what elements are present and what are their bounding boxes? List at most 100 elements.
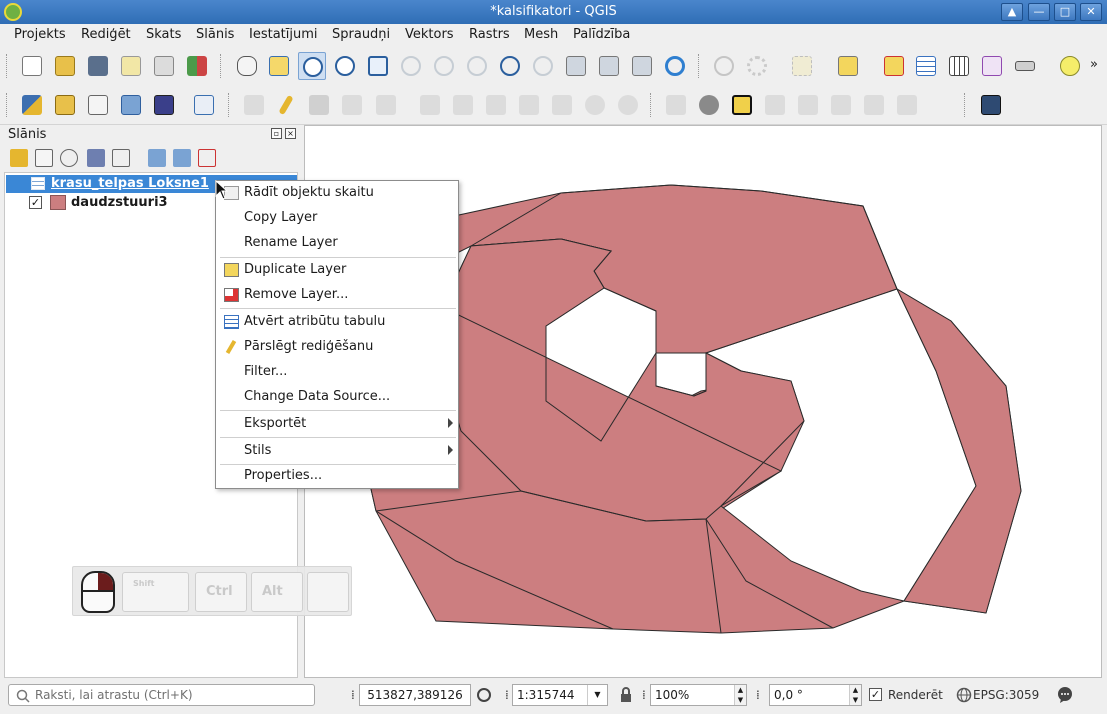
remove-layer-button[interactable] (198, 149, 216, 167)
menu-item-show-feature-count[interactable]: Rādīt objektu skaitu (217, 181, 457, 205)
coordinate-field[interactable]: 513827,389126 (359, 684, 471, 706)
style-manager-button[interactable] (183, 52, 211, 80)
move-label-button[interactable] (827, 91, 855, 119)
refresh-button[interactable] (661, 52, 689, 80)
menu-item-styles[interactable]: Stils (217, 439, 457, 463)
menu-item-duplicate-layer[interactable]: Duplicate Layer (217, 258, 457, 282)
locator-search-input[interactable]: Raksti, lai atrastu (Ctrl+K) (8, 684, 315, 706)
zoom-to-selection-button[interactable] (397, 52, 425, 80)
menu-item-filter[interactable]: Filter... (217, 360, 457, 384)
menu-skats[interactable]: Skats (146, 27, 181, 42)
keep-above-button[interactable]: ▲ (1001, 3, 1023, 21)
rotation-spinbox[interactable]: 0,0 ° ▲ ▼ (769, 684, 862, 706)
extents-toggle-icon[interactable] (476, 686, 492, 704)
new-virtual-layer-button[interactable] (190, 91, 218, 119)
redo-button[interactable] (614, 91, 642, 119)
menu-rastrs[interactable]: Rastrs (469, 27, 510, 42)
menu-item-rename-layer[interactable]: Rename Layer (217, 231, 457, 255)
menu-rediget[interactable]: Rediģēt (81, 27, 131, 42)
crs-button[interactable]: EPSG:3059 (973, 688, 1039, 702)
menu-item-change-data-source[interactable]: Change Data Source... (217, 385, 457, 409)
scale-combobox[interactable]: 1:315744 ▼ (512, 684, 608, 706)
delete-selected-button[interactable] (449, 91, 477, 119)
toolbar-overflow-chevron[interactable]: » (1090, 57, 1098, 72)
zoom-last-button[interactable] (496, 52, 524, 80)
select-features-button[interactable] (788, 52, 816, 80)
menu-slanis[interactable]: Slānis (196, 27, 234, 42)
magnifier-spinbox[interactable]: 100% ▲ ▼ (650, 684, 747, 706)
layer-visibility-checkbox[interactable]: ✓ (29, 196, 42, 209)
zoom-next-button[interactable] (529, 52, 557, 80)
open-table-button[interactable] (834, 52, 862, 80)
minimize-button[interactable]: — (1028, 3, 1050, 21)
pin-label-button[interactable] (761, 91, 789, 119)
filter-expression-button[interactable] (112, 149, 130, 167)
paste-features-button[interactable] (548, 91, 576, 119)
vertex-tool-button[interactable] (372, 91, 400, 119)
zoom-native-button[interactable] (463, 52, 491, 80)
label-pin-button[interactable] (695, 91, 723, 119)
field-calculator-button[interactable] (945, 52, 973, 80)
cut-features-button[interactable] (482, 91, 510, 119)
highlight-labels-button[interactable] (728, 91, 756, 119)
map-tips-button[interactable] (1056, 52, 1084, 80)
copy-features-button[interactable] (515, 91, 543, 119)
menu-item-properties[interactable]: Properties... (217, 464, 457, 488)
identify-button[interactable] (710, 52, 738, 80)
expand-all-button[interactable] (148, 149, 166, 167)
attribute-table-button[interactable] (912, 52, 940, 80)
manage-themes-button[interactable] (60, 149, 78, 167)
new-bookmark-button[interactable] (595, 52, 623, 80)
toggle-editing-button[interactable] (272, 91, 300, 119)
menu-item-toggle-editing[interactable]: Pārslēgt rediģēšanu (217, 335, 457, 359)
menu-spraudni[interactable]: Spraudņi (332, 27, 390, 42)
menu-projekts[interactable]: Projekts (14, 27, 66, 42)
menu-item-export[interactable]: Eksportēt (217, 412, 457, 436)
menu-item-remove-layer[interactable]: Remove Layer... (217, 283, 457, 307)
run-action-button[interactable] (743, 52, 771, 80)
menu-vektors[interactable]: Vektors (405, 27, 454, 42)
filter-legend-button[interactable] (87, 149, 105, 167)
add-group-button[interactable] (35, 149, 53, 167)
maximize-button[interactable]: □ (1054, 3, 1076, 21)
new-spatialite-button[interactable] (117, 91, 145, 119)
zoom-out-button[interactable] (331, 52, 359, 80)
show-bookmarks-button[interactable] (628, 52, 656, 80)
new-geopackage-button[interactable] (51, 91, 79, 119)
menu-mesh[interactable]: Mesh (524, 27, 558, 42)
menu-paliidziba[interactable]: Palīdzība (573, 27, 630, 42)
render-checkbox[interactable]: ✓ (869, 688, 882, 701)
undo-button[interactable] (581, 91, 609, 119)
modify-attributes-button[interactable] (416, 91, 444, 119)
save-edits-button[interactable] (305, 91, 333, 119)
style-panel-button[interactable] (10, 149, 28, 167)
menu-item-open-attribute-table[interactable]: Atvērt atribūtu tabulu (217, 310, 457, 334)
layout-manager-button[interactable] (150, 52, 178, 80)
new-print-layout-button[interactable] (117, 52, 145, 80)
current-edits-button[interactable] (240, 91, 268, 119)
help-button[interactable] (977, 91, 1005, 119)
new-map-view-button[interactable] (562, 52, 590, 80)
zoom-to-layer-button[interactable] (430, 52, 458, 80)
undock-panel-button[interactable]: ▫ (271, 128, 282, 139)
new-temporary-layer-button[interactable] (150, 91, 178, 119)
menu-item-copy-layer[interactable]: Copy Layer (217, 206, 457, 230)
zoom-full-button[interactable] (364, 52, 392, 80)
data-source-manager-button[interactable] (18, 91, 46, 119)
menu-iestatijumi[interactable]: Iestatījumi (249, 27, 318, 42)
statistics-button[interactable] (978, 52, 1006, 80)
rotate-label-button[interactable] (860, 91, 888, 119)
close-button[interactable]: ✕ (1080, 3, 1102, 21)
zoom-in-button[interactable] (298, 52, 326, 80)
pan-map-button[interactable] (233, 52, 261, 80)
new-shapefile-button[interactable] (84, 91, 112, 119)
save-project-button[interactable] (84, 52, 112, 80)
collapse-all-button[interactable] (173, 149, 191, 167)
new-project-button[interactable] (18, 52, 46, 80)
measure-button[interactable] (1011, 52, 1039, 80)
show-hide-labels-button[interactable] (794, 91, 822, 119)
open-project-button[interactable] (51, 52, 79, 80)
add-feature-button[interactable] (338, 91, 366, 119)
change-label-button[interactable] (893, 91, 921, 119)
deselect-all-button[interactable] (880, 52, 908, 80)
